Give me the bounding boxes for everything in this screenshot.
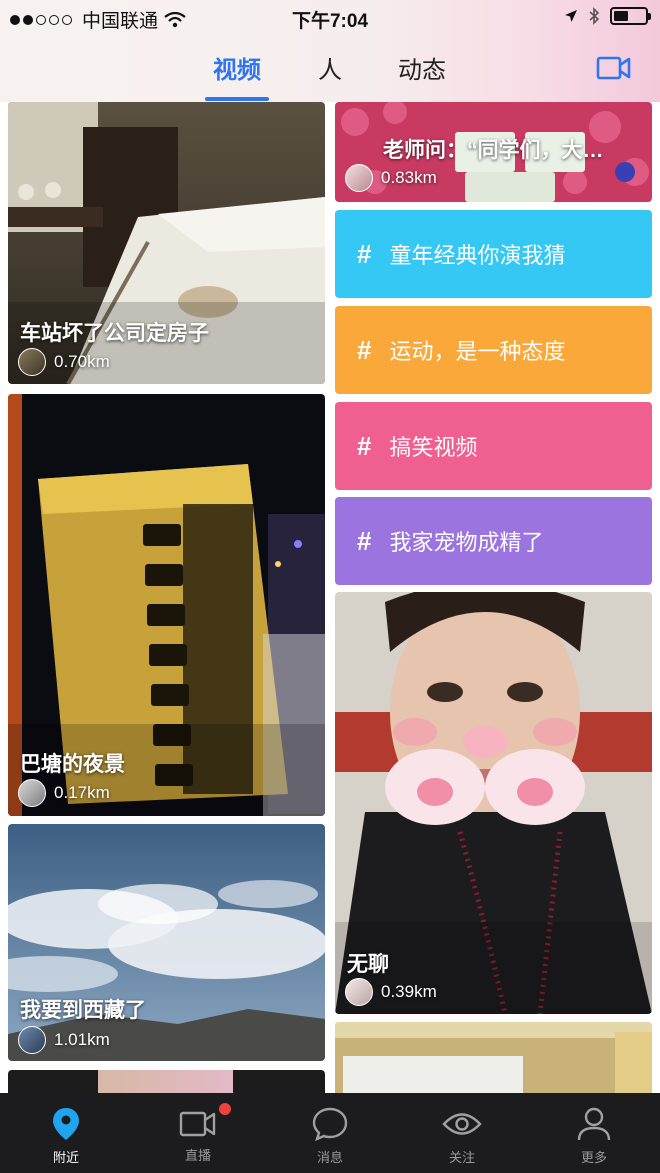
topic-label: 运动，是一种态度	[389, 339, 566, 364]
active-tab-indicator	[205, 97, 269, 101]
chat-bubble-icon	[312, 1107, 348, 1141]
nav-label: 附近	[52, 1150, 79, 1165]
battery-icon	[610, 7, 651, 25]
video-meta: 0.70km	[18, 348, 110, 376]
topic-item[interactable]: # 搞笑视频	[335, 402, 652, 490]
nav-item-live[interactable]: 直播	[132, 1093, 264, 1173]
topic-item[interactable]: # 运动，是一种态度	[335, 306, 652, 394]
status-time: 下午7:04	[291, 11, 369, 32]
nav-label: 直播	[184, 1148, 211, 1163]
video-card[interactable]: 老师问：“同学们，大… 0.83km	[335, 102, 652, 202]
video-card[interactable]: 无聊 0.39km	[335, 592, 652, 1014]
notification-badge	[219, 1103, 231, 1115]
tab-moments[interactable]: 动态	[398, 50, 446, 85]
video-card[interactable]: 车站坏了公司定房子 0.70km	[8, 102, 325, 384]
topic-label: 搞笑视频	[389, 435, 478, 460]
distance-label: 0.70km	[54, 352, 110, 371]
nav-item-nearby[interactable]: 附近	[0, 1093, 132, 1173]
video-card[interactable]: 我要到西藏了 1.01km	[8, 824, 325, 1061]
hashtag-icon: #	[357, 334, 372, 365]
video-title: 巴塘的夜景	[20, 753, 125, 776]
hashtag-icon: #	[357, 238, 372, 269]
topic-item[interactable]: # 我家宠物成精了	[335, 497, 652, 585]
distance-label: 0.17km	[54, 783, 110, 802]
video-card[interactable]	[8, 1070, 325, 1093]
bluetooth-icon	[589, 7, 600, 25]
distance-label: 1.01km	[54, 1030, 110, 1049]
status-bar: 中国联通 下午7:04	[0, 0, 660, 34]
location-pin-icon	[53, 1108, 79, 1140]
video-meta: 0.39km	[345, 978, 437, 1006]
video-title: 我要到西藏了	[20, 999, 146, 1022]
video-title: 无聊	[347, 953, 389, 976]
video-camera-icon[interactable]	[596, 54, 632, 82]
location-arrow-icon	[565, 10, 577, 22]
nav-label: 消息	[316, 1150, 343, 1165]
distance-label: 0.39km	[381, 982, 437, 1001]
topic-label: 童年经典你演我猜	[389, 243, 566, 268]
avatar[interactable]	[18, 1026, 46, 1054]
tab-people[interactable]: 人	[318, 50, 342, 85]
top-tab-bar: 视频 人 动态	[0, 50, 660, 102]
top-bar: 中国联通 下午7:04 视频 人 动态	[0, 0, 660, 102]
bottom-nav: 附近 直播 消息 关注 更多	[0, 1093, 660, 1173]
avatar[interactable]	[345, 978, 373, 1006]
video-meta: 0.17km	[18, 779, 110, 807]
avatar[interactable]	[345, 164, 373, 192]
topic-label: 我家宠物成精了	[389, 530, 544, 555]
distance-label: 0.83km	[381, 168, 437, 187]
topic-item[interactable]: # 童年经典你演我猜	[335, 210, 652, 298]
nav-item-more[interactable]: 更多	[528, 1093, 660, 1173]
video-meta: 1.01km	[18, 1026, 110, 1054]
video-feed[interactable]: 车站坏了公司定房子 0.70km 巴塘的夜景 0.17km 我要到西藏了 1.0…	[0, 102, 660, 1093]
avatar[interactable]	[18, 348, 46, 376]
hashtag-icon: #	[357, 430, 372, 461]
person-icon	[577, 1107, 611, 1141]
nav-label: 更多	[580, 1150, 607, 1165]
video-title: 车站坏了公司定房子	[20, 322, 209, 345]
video-thumbnail	[335, 1022, 652, 1093]
video-camera-icon	[179, 1111, 216, 1137]
avatar[interactable]	[18, 779, 46, 807]
nav-item-following[interactable]: 关注	[396, 1093, 528, 1173]
nav-item-messages[interactable]: 消息	[264, 1093, 396, 1173]
video-card[interactable]	[335, 1022, 652, 1093]
eye-icon	[442, 1113, 482, 1135]
video-card[interactable]: 巴塘的夜景 0.17km	[8, 394, 325, 816]
video-meta: 0.83km	[345, 164, 437, 192]
hashtag-icon: #	[357, 525, 372, 556]
tab-video[interactable]: 视频	[213, 50, 261, 85]
video-title: 老师问：“同学们，大…	[383, 139, 604, 162]
nav-label: 关注	[448, 1150, 475, 1165]
